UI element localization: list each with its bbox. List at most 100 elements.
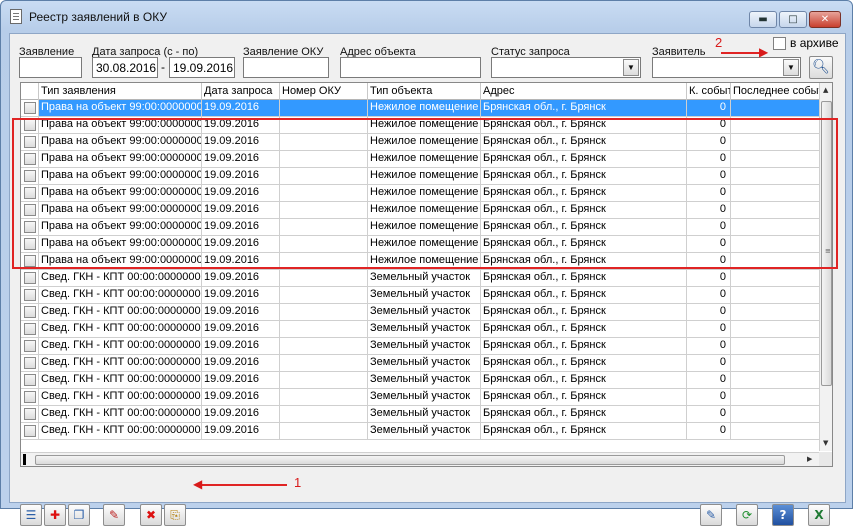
scroll-up-icon[interactable]: ▲ (823, 86, 828, 94)
row-checkbox[interactable] (24, 323, 36, 335)
table-row[interactable]: Свед. ГКН - КПТ 00:00:0000000 19.09.2016 З… (21, 406, 821, 423)
column-header-last-event[interactable]: Последнее событ (731, 83, 821, 100)
row-checkbox[interactable] (24, 306, 36, 318)
row-checkbox[interactable] (24, 153, 36, 165)
row-checkbox[interactable] (24, 425, 36, 437)
cell-address: Брянская обл., г. Брянск (481, 151, 687, 167)
row-checkbox[interactable] (24, 272, 36, 284)
table-row[interactable]: Права на объект 99:00:0000000 19.09.2016 Н… (21, 168, 821, 185)
row-checkbox[interactable] (24, 289, 36, 301)
row-checkbox[interactable] (24, 340, 36, 352)
cell-count: 0 (687, 270, 731, 286)
table-row[interactable]: Свед. ГКН - КПТ 00:00:0000000 19.09.2016 З… (21, 270, 821, 287)
table-row[interactable]: Права на объект 99:00:0000000 19.09.2016 Н… (21, 219, 821, 236)
delete-button[interactable]: ✖ (140, 504, 162, 526)
cell-oku (280, 202, 368, 218)
cell-last (731, 270, 821, 286)
add-button[interactable]: ✚ (44, 504, 66, 526)
scroll-left-marker[interactable] (23, 454, 26, 465)
table-row[interactable]: Права на объект 99:00:0000000 19.09.2016 Н… (21, 117, 821, 134)
column-header-event-count[interactable]: К. событ (687, 83, 731, 100)
column-header-date[interactable]: Дата запроса (202, 83, 280, 100)
annotation-arrowhead-2: ▶ (759, 45, 769, 59)
column-header-oku[interactable]: Номер ОКУ (280, 83, 368, 100)
horizontal-scrollbar[interactable]: ▶ (21, 452, 821, 466)
table-row[interactable]: Свед. ГКН - КПТ 00:00:0000000 19.09.2016 З… (21, 389, 821, 406)
row-checkbox[interactable] (24, 255, 36, 267)
copy-button[interactable]: ❐ (68, 504, 90, 526)
row-checkbox[interactable] (24, 374, 36, 386)
chevron-down-icon[interactable]: ▼ (783, 59, 799, 76)
date-from-input[interactable]: 30.08.2016 (92, 57, 158, 78)
row-checkbox[interactable] (24, 102, 36, 114)
table-row[interactable]: Свед. ГКН - КПТ 00:00:0000000 19.09.2016 З… (21, 304, 821, 321)
table-row[interactable]: Свед. ГКН - КПТ 00:00:0000000 19.09.2016 З… (21, 355, 821, 372)
table-row[interactable]: Права на объект 99:00:0000000 19.09.2016 Н… (21, 253, 821, 270)
archive-button[interactable]: ⎘ (164, 504, 186, 526)
table-row[interactable]: Права на объект 99:00:0000000 19.09.2016 Н… (21, 185, 821, 202)
cell-date: 19.09.2016 (202, 270, 280, 286)
table-row[interactable]: Свед. ГКН - КПТ 00:00:0000000 19.09.2016 З… (21, 423, 821, 440)
edit-document-button[interactable]: ✎ (700, 504, 722, 526)
cell-address: Брянская обл., г. Брянск (481, 134, 687, 150)
horizontal-scroll-thumb[interactable] (35, 455, 785, 465)
application-input[interactable] (19, 57, 82, 78)
column-header-object-type[interactable]: Тип объекта (368, 83, 481, 100)
close-button[interactable]: ✕ (809, 11, 841, 28)
minimize-button[interactable]: ▬ (749, 11, 777, 28)
cell-count: 0 (687, 355, 731, 371)
cell-address: Брянская обл., г. Брянск (481, 423, 687, 439)
table-row[interactable]: Свед. ГКН - КПТ 00:00:0000000 19.09.2016 З… (21, 321, 821, 338)
table-row[interactable]: Свед. ГКН - КПТ 00:00:0000000 19.09.2016 З… (21, 338, 821, 355)
row-checkbox[interactable] (24, 221, 36, 233)
oku-input[interactable] (243, 57, 329, 78)
table-row[interactable]: Свед. ГКН - КПТ 00:00:0000000 19.09.2016 З… (21, 287, 821, 304)
vertical-scroll-thumb[interactable]: ≡ (821, 101, 832, 386)
maximize-button[interactable]: □ (779, 11, 807, 28)
cell-oku (280, 151, 368, 167)
refresh-button[interactable]: ⟳ (736, 504, 758, 526)
row-checkbox[interactable] (24, 187, 36, 199)
edit-button[interactable]: ✎ (103, 504, 125, 526)
table-row[interactable]: Свед. ГКН - КПТ 00:00:0000000 19.09.2016 З… (21, 372, 821, 389)
table-row[interactable]: Права на объект 99:00:0000000 19.09.2016 Н… (21, 151, 821, 168)
cell-oku (280, 236, 368, 252)
table-row[interactable]: Права на объект 99:00:0000000 19.09.2016 Н… (21, 202, 821, 219)
table-row[interactable]: Права на объект 99:00:0000000 19.09.2016 Н… (21, 134, 821, 151)
client-area: в архиве Заявление Дата запроса (с - по)… (9, 33, 846, 526)
cell-object: Земельный участок (368, 338, 481, 354)
scroll-down-icon[interactable]: ▼ (823, 439, 828, 447)
table-row[interactable]: Права на объект 99:00:0000000 19.09.2016 Н… (21, 236, 821, 253)
address-input[interactable] (340, 57, 481, 78)
row-checkbox[interactable] (24, 136, 36, 148)
row-checkbox[interactable] (24, 391, 36, 403)
row-checkbox[interactable] (24, 119, 36, 131)
date-to-input[interactable]: 19.09.2016 (169, 57, 235, 78)
cell-last (731, 423, 821, 439)
cell-count: 0 (687, 100, 731, 116)
row-checkbox[interactable] (24, 170, 36, 182)
scroll-right-icon[interactable]: ▶ (807, 455, 812, 463)
search-button[interactable]: 🔍︎ (809, 56, 833, 79)
help-button[interactable]: ? (772, 504, 794, 526)
column-header-type[interactable]: Тип заявления (39, 83, 202, 100)
vertical-scrollbar[interactable]: ▲ ≡ ▼ (819, 83, 832, 451)
row-checkbox[interactable] (24, 408, 36, 420)
cell-date: 19.09.2016 (202, 134, 280, 150)
chevron-down-icon[interactable]: ▼ (623, 59, 639, 76)
archive-checkbox[interactable] (773, 37, 786, 50)
cell-address: Брянская обл., г. Брянск (481, 270, 687, 286)
cell-oku (280, 389, 368, 405)
row-checkbox[interactable] (24, 357, 36, 369)
cell-last (731, 389, 821, 405)
applicant-select[interactable]: ▼ (652, 57, 801, 78)
row-checkbox[interactable] (24, 204, 36, 216)
row-checkbox[interactable] (24, 238, 36, 250)
list-button[interactable]: ☰ (20, 504, 42, 526)
cell-count: 0 (687, 117, 731, 133)
annotation-arrow-1 (201, 484, 287, 486)
column-header-address[interactable]: Адрес (481, 83, 687, 100)
status-select[interactable]: ▼ (491, 57, 641, 78)
table-row[interactable]: Права на объект 99:00:0000000 19.09.2016 Н… (21, 100, 821, 117)
excel-export-button[interactable]: X (808, 504, 830, 526)
